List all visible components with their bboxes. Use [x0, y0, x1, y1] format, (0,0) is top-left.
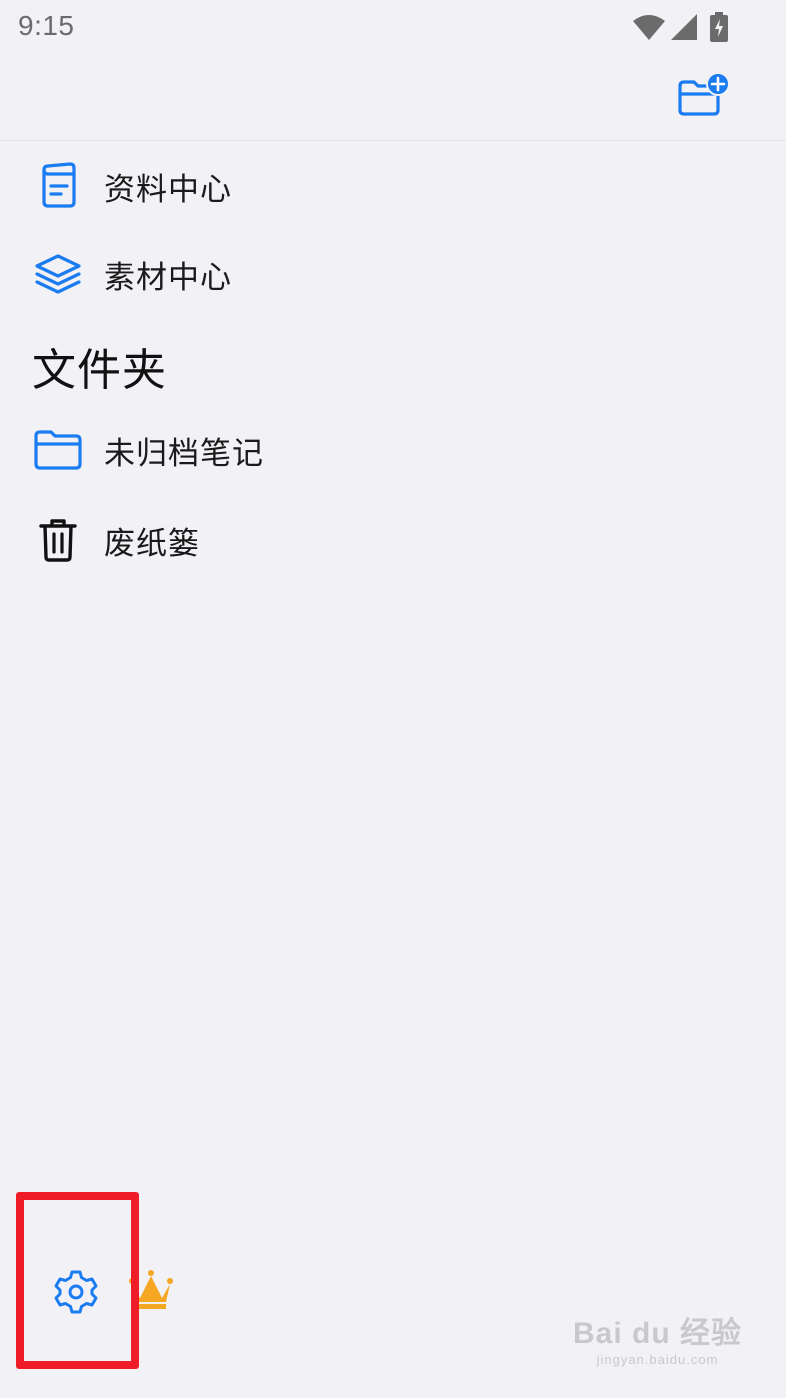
folders-heading: 文件夹	[32, 345, 167, 396]
trash-icon	[32, 514, 84, 566]
status-icons	[632, 12, 728, 42]
nav-item-material-center[interactable]: 素材中心	[0, 234, 786, 314]
nav-item-label: 资料中心	[104, 171, 232, 208]
watermark: Bai du 经验 jingyan.baidu.com	[573, 1308, 742, 1367]
folder-plus-icon	[674, 72, 730, 126]
watermark-brand: Bai du 经验	[572, 1317, 742, 1350]
wifi-icon	[632, 13, 666, 41]
nav-item-resource-center[interactable]: 资料中心	[0, 146, 786, 226]
battery-charging-icon	[710, 12, 728, 42]
header	[0, 56, 786, 141]
layers-icon	[32, 248, 84, 300]
folder-item-unarchived-notes[interactable]: 未归档笔记	[0, 410, 786, 490]
highlight-annotation	[16, 1192, 139, 1369]
folder-icon	[32, 424, 84, 476]
cell-signal-icon	[670, 13, 698, 41]
new-folder-button[interactable]	[674, 72, 730, 122]
status-bar: 9:15	[0, 0, 786, 56]
folder-item-label: 废纸篓	[104, 525, 200, 562]
watermark-url: jingyan.baidu.com	[596, 1352, 719, 1367]
folder-item-trash[interactable]: 废纸篓	[0, 500, 786, 580]
document-icon	[32, 160, 84, 212]
status-time: 9:15	[18, 10, 75, 41]
nav-item-label: 素材中心	[104, 259, 232, 296]
folder-item-label: 未归档笔记	[104, 435, 264, 472]
